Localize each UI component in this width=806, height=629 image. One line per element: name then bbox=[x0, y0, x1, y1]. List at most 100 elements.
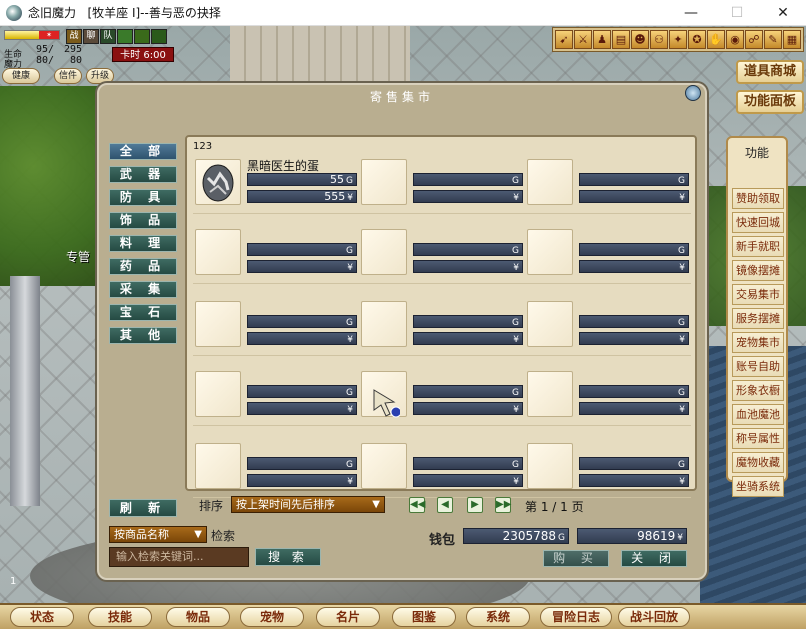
function-item[interactable]: 快速回城 bbox=[732, 212, 784, 233]
menu-button[interactable]: 技能 bbox=[88, 607, 152, 627]
price-yen: ¥ bbox=[579, 190, 689, 203]
yen-unit: ¥ bbox=[347, 405, 353, 415]
battle-icon[interactable]: 战 bbox=[66, 29, 82, 44]
item-slot-egg[interactable] bbox=[195, 159, 241, 205]
buy-button[interactable]: 购 买 bbox=[543, 550, 609, 567]
game-viewport[interactable]: 专管 1 ✶ 战 聊 队 生命 魔力 95/ 295 80/ 80 卡时 6:0… bbox=[0, 26, 806, 629]
item-slot[interactable] bbox=[361, 301, 407, 347]
item-slot[interactable] bbox=[195, 443, 241, 489]
vs-icon[interactable]: ☍ bbox=[745, 30, 763, 49]
menu-button[interactable]: 物品 bbox=[166, 607, 230, 627]
item-grid: 123 黑暗医生的蛋 55 G 555 ¥ G ¥ G ¥ G ¥ G ¥ G ¥ G ¥ G ¥ G ¥ G ¥ G ¥ G ¥ G… bbox=[185, 135, 697, 498]
menu-button[interactable]: 图鉴 bbox=[392, 607, 456, 627]
function-item[interactable]: 宠物集市 bbox=[732, 332, 784, 353]
sort-dropdown[interactable]: 按上架时间先后排序 ▼ bbox=[231, 496, 385, 513]
minimize-button[interactable]: — bbox=[668, 0, 714, 26]
health-button[interactable]: 健康 bbox=[2, 68, 40, 84]
category-button[interactable]: 宝 石 bbox=[109, 304, 177, 321]
price-yen: ¥ bbox=[413, 260, 523, 273]
team-icon[interactable]: 队 bbox=[100, 29, 116, 44]
mail-button[interactable]: 信件 bbox=[54, 68, 82, 84]
search-input[interactable]: 输入检索关键词... bbox=[109, 547, 249, 567]
skill-icon[interactable]: ✋ bbox=[707, 30, 725, 49]
item-slot[interactable] bbox=[361, 229, 407, 275]
close-window-button[interactable]: ✕ bbox=[760, 0, 806, 26]
function-item[interactable]: 镜像摆摊 bbox=[732, 260, 784, 281]
category-button[interactable]: 全 部 bbox=[109, 143, 177, 160]
function-item[interactable]: 账号自助 bbox=[732, 356, 784, 377]
party-icon[interactable]: ♟ bbox=[593, 30, 611, 49]
prev-page-icon[interactable]: ◀ bbox=[437, 497, 453, 513]
refresh-button[interactable]: 刷 新 bbox=[109, 499, 177, 517]
eye-icon[interactable]: ◉ bbox=[726, 30, 744, 49]
function-panel-tab[interactable]: 功能面板 bbox=[736, 90, 804, 114]
duel-icon[interactable] bbox=[134, 29, 150, 44]
category-button[interactable]: 武 器 bbox=[109, 166, 177, 183]
function-item[interactable]: 交易集市 bbox=[732, 284, 784, 305]
maximize-button[interactable]: ☐ bbox=[714, 0, 760, 26]
category-button[interactable]: 其 他 bbox=[109, 327, 177, 344]
menu-button[interactable]: 冒险日志 bbox=[540, 607, 612, 627]
close-button[interactable]: 关 闭 bbox=[621, 550, 687, 567]
category-button[interactable]: 药 品 bbox=[109, 258, 177, 275]
search-button[interactable]: 搜 索 bbox=[255, 548, 321, 566]
category-button[interactable]: 饰 品 bbox=[109, 212, 177, 229]
item-slot[interactable] bbox=[195, 301, 241, 347]
function-item[interactable]: 血池魔池 bbox=[732, 404, 784, 425]
function-item[interactable]: 服务摆摊 bbox=[732, 308, 784, 329]
category-button[interactable]: 采 集 bbox=[109, 281, 177, 298]
item-slot[interactable] bbox=[195, 371, 241, 417]
price-gold: G bbox=[413, 457, 523, 470]
function-item[interactable]: 形象衣橱 bbox=[732, 380, 784, 401]
trade-icon[interactable] bbox=[117, 29, 133, 44]
function-item[interactable]: 新手就职 bbox=[732, 236, 784, 257]
price-yen: ¥ bbox=[579, 260, 689, 273]
item-slot[interactable] bbox=[527, 371, 573, 417]
menu-button[interactable]: 宠物 bbox=[240, 607, 304, 627]
next-page-icon[interactable]: ▶ bbox=[467, 497, 483, 513]
search-type-dropdown[interactable]: 按商品名称 ▼ bbox=[109, 526, 207, 543]
function-item[interactable]: 赞助领取 bbox=[732, 188, 784, 209]
function-item[interactable]: 称号属性 bbox=[732, 428, 784, 449]
item-slot[interactable] bbox=[527, 443, 573, 489]
stamp-icon[interactable]: ✪ bbox=[688, 30, 706, 49]
bow-icon[interactable]: ➹ bbox=[555, 30, 573, 49]
item-slot[interactable] bbox=[527, 229, 573, 275]
sword-icon[interactable]: ⚔ bbox=[574, 30, 592, 49]
book-icon[interactable]: ▦ bbox=[783, 30, 801, 49]
category-button[interactable]: 料 理 bbox=[109, 235, 177, 252]
item-shop-tab[interactable]: 道具商城 bbox=[736, 60, 804, 84]
item-slot[interactable] bbox=[527, 301, 573, 347]
item-count: 123 bbox=[193, 141, 213, 152]
price-yen: ¥ bbox=[247, 260, 357, 273]
item-slot[interactable] bbox=[361, 443, 407, 489]
last-page-icon[interactable]: ▶▶ bbox=[495, 497, 511, 513]
gold-unit: G bbox=[512, 318, 519, 328]
category-button[interactable]: 防 具 bbox=[109, 189, 177, 206]
menu-button[interactable]: 战斗回放 bbox=[618, 607, 690, 627]
gold-unit: G bbox=[346, 176, 353, 186]
first-page-icon[interactable]: ◀◀ bbox=[409, 497, 425, 513]
yen-unit: ¥ bbox=[347, 477, 353, 487]
function-item[interactable]: 魔物收藏 bbox=[732, 452, 784, 473]
dance-icon[interactable]: ✦ bbox=[669, 30, 687, 49]
group-icon[interactable]: ⚇ bbox=[650, 30, 668, 49]
item-slot[interactable] bbox=[361, 159, 407, 205]
levelup-button[interactable]: 升级 bbox=[86, 68, 114, 84]
chat-icon[interactable]: 聊 bbox=[83, 29, 99, 44]
gold-value: 55 bbox=[330, 173, 345, 186]
dialog-orb-icon[interactable] bbox=[685, 85, 701, 101]
chevron-down-icon: ▼ bbox=[194, 529, 202, 540]
menu-button[interactable]: 名片 bbox=[316, 607, 380, 627]
health-indicator-icon: ✶ bbox=[39, 31, 59, 39]
tools-icon[interactable]: ✎ bbox=[764, 30, 782, 49]
menu-button[interactable]: 系统 bbox=[466, 607, 530, 627]
item-slot[interactable] bbox=[195, 229, 241, 275]
menu-button[interactable]: 状态 bbox=[10, 607, 74, 627]
item-slot[interactable] bbox=[527, 159, 573, 205]
guild-icon[interactable] bbox=[151, 29, 167, 44]
card-icon[interactable]: ▤ bbox=[612, 30, 630, 49]
function-item[interactable]: 坐骑系统 bbox=[732, 476, 784, 497]
npc-label: 专管 bbox=[66, 250, 91, 264]
team-icon[interactable]: ☻ bbox=[631, 30, 649, 49]
